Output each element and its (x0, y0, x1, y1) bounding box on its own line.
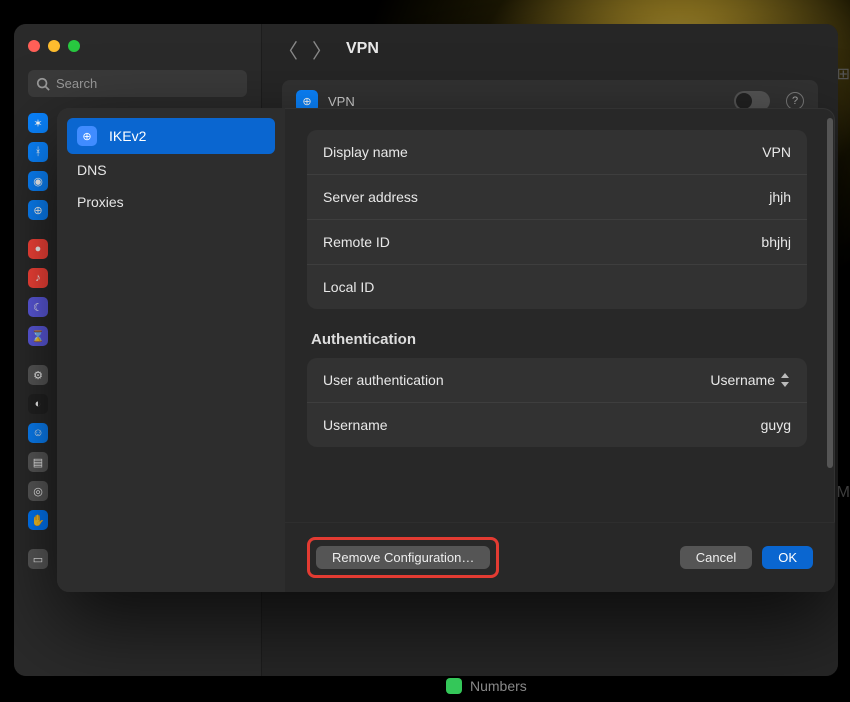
field-label: User authentication (323, 372, 710, 388)
sheet-tab-label: IKEv2 (109, 128, 146, 144)
vpn-icon: ⊕ (28, 200, 48, 220)
focus-icon: ☾ (28, 297, 48, 317)
sheet-footer: Remove Configuration… Cancel OK (285, 522, 835, 592)
sheet-sidebar: ⊕ IKEv2 DNS Proxies (57, 108, 285, 592)
screen-time-icon: ⌛ (28, 326, 48, 346)
notifications-icon: ● (28, 239, 48, 259)
privacy-icon: ✋ (28, 510, 48, 530)
background-window-title: Numbers (446, 678, 527, 694)
field-label: Server address (323, 189, 769, 205)
row-server-address[interactable]: Server address jhjh (307, 174, 807, 219)
ok-button[interactable]: OK (762, 546, 813, 569)
auth-section-header: Authentication (307, 331, 807, 358)
chevron-up-down-icon (779, 373, 791, 387)
field-label: Local ID (323, 279, 791, 295)
control-center-icon: ▤ (28, 452, 48, 472)
edge-letter: M (837, 484, 850, 502)
window-controls (14, 32, 261, 66)
forward-button[interactable]: 〉 (312, 35, 332, 64)
annotation-highlight: Remove Configuration… (307, 537, 499, 578)
field-value: jhjh (769, 189, 791, 205)
field-label: Username (323, 417, 761, 433)
wifi-icon: ✶ (28, 113, 48, 133)
field-label: Display name (323, 144, 762, 160)
network-icon: ◉ (28, 171, 48, 191)
scrollbar[interactable] (827, 118, 833, 468)
vpn-config-sheet: ⊕ IKEv2 DNS Proxies Display name VPN Ser… (57, 108, 835, 592)
sheet-tab-label: DNS (77, 162, 107, 178)
search-icon (36, 77, 50, 91)
auth-group: User authentication Username Username gu… (307, 358, 807, 447)
select-value: Username (710, 372, 775, 388)
sheet-tab-proxies[interactable]: Proxies (67, 186, 275, 218)
sheet-tab-label: Proxies (77, 194, 124, 210)
sheet-main: Display name VPN Server address jhjh Rem… (285, 108, 835, 592)
search-placeholder: Search (56, 76, 97, 91)
zoom-button[interactable] (68, 40, 80, 52)
row-user-auth[interactable]: User authentication Username (307, 358, 807, 402)
general-icon: ⚙ (28, 365, 48, 385)
siri-icon: ◎ (28, 481, 48, 501)
sheet-tab-ikev2[interactable]: ⊕ IKEv2 (67, 118, 275, 154)
row-remote-id[interactable]: Remote ID bhjhj (307, 219, 807, 264)
page-title: VPN (346, 40, 379, 58)
connection-group: Display name VPN Server address jhjh Rem… (307, 130, 807, 309)
cancel-button[interactable]: Cancel (680, 546, 752, 569)
back-button[interactable]: 〈 (278, 35, 298, 64)
globe-icon: ⊕ (77, 126, 97, 146)
row-local-id[interactable]: Local ID (307, 264, 807, 309)
vpn-entry-label: VPN (328, 94, 355, 109)
minimize-button[interactable] (48, 40, 60, 52)
numbers-app-icon (446, 678, 462, 694)
bluetooth-icon: ᚼ (28, 142, 48, 162)
appearance-icon: ◐ (28, 394, 48, 414)
user-auth-select[interactable]: Username (710, 372, 791, 388)
sheet-tab-dns[interactable]: DNS (67, 154, 275, 186)
search-input[interactable]: Search (28, 70, 247, 97)
field-label: Remote ID (323, 234, 761, 250)
close-button[interactable] (28, 40, 40, 52)
field-value: VPN (762, 144, 791, 160)
field-value: guyg (761, 417, 791, 433)
row-display-name[interactable]: Display name VPN (307, 130, 807, 174)
background-window-label: Numbers (470, 678, 527, 694)
sound-icon: ♪ (28, 268, 48, 288)
desktop-dock-icon: ▭ (28, 549, 48, 569)
field-value: bhjhj (761, 234, 791, 250)
accessibility-icon: ☺ (28, 423, 48, 443)
edge-glyph: ⊞ (837, 64, 850, 84)
row-username[interactable]: Username guyg (307, 402, 807, 447)
content-toolbar: 〈 〉 VPN (262, 24, 838, 74)
sheet-scroll[interactable]: Display name VPN Server address jhjh Rem… (285, 108, 835, 522)
remove-configuration-button[interactable]: Remove Configuration… (316, 546, 490, 569)
